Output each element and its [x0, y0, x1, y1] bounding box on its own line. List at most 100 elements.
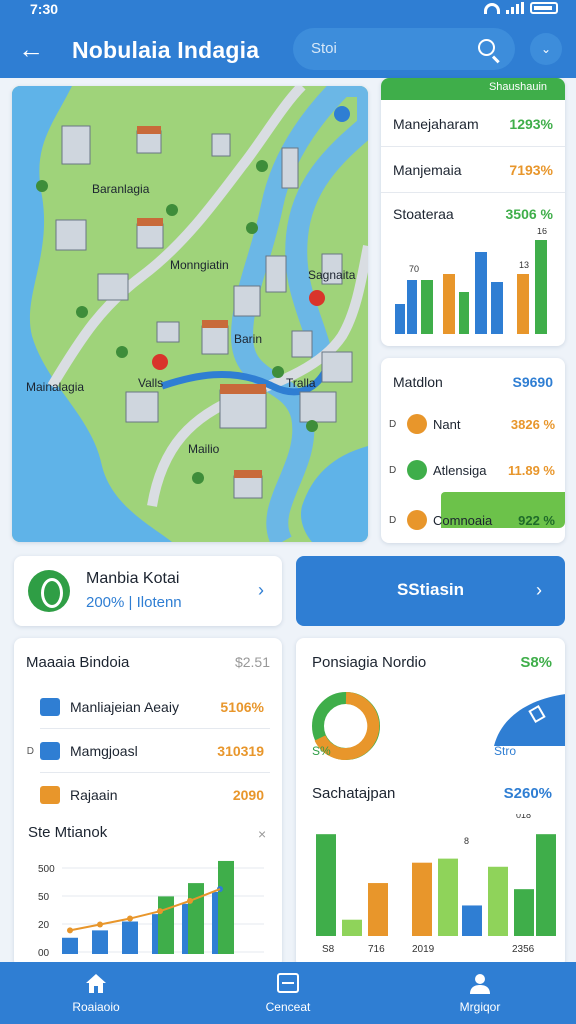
detail-row-label: Comnoaia — [433, 512, 493, 528]
bar — [462, 905, 482, 936]
y-tick-label: 500 — [38, 864, 55, 875]
chevron-right-icon: › — [536, 580, 542, 600]
list-card-title: Maaaia Bindoia — [26, 654, 130, 671]
search-icon[interactable] — [478, 39, 495, 56]
mini-bar — [517, 274, 529, 334]
mini-bar — [421, 280, 433, 334]
bottom-nav: Roaiaoio Cenceat Mrgiqor — [0, 962, 576, 1024]
mini-bar — [459, 292, 469, 334]
bar — [342, 919, 362, 936]
report-card-header: Ponsiagia Nordio S8% — [312, 654, 552, 671]
stats-row-value: 1293% — [509, 116, 553, 132]
detail-row-prefix: D — [389, 514, 397, 526]
mini-bar-label: 70 — [409, 264, 419, 274]
stats-row-value: 7193% — [509, 162, 553, 178]
mini-bar — [535, 240, 547, 334]
report-subtitle: Sachatajpan — [312, 785, 396, 802]
nav-item-label: Cenceat — [265, 1000, 311, 1014]
stats-row[interactable]: Manjemaia 7193% — [393, 162, 553, 178]
bar — [316, 834, 336, 936]
list-item-value: 5106% — [220, 699, 264, 715]
list-item-label: Manliajeian Aeaiy — [70, 699, 179, 715]
map-label: Monngiatin — [170, 258, 229, 272]
bar — [412, 862, 432, 936]
mini-bar — [407, 280, 417, 334]
home-icon — [86, 974, 106, 993]
leaf-icon — [407, 460, 427, 480]
bar — [438, 858, 458, 936]
x-tick-label: 2019 — [412, 944, 435, 955]
nav-item-label: Mrgiqor — [459, 1000, 501, 1014]
detail-card-header: Matdlon S9690 — [393, 374, 553, 390]
detail-row[interactable]: D Comnoaia 922 % — [389, 510, 555, 530]
mini-bar-label: 16 — [537, 228, 547, 236]
nav-item-content[interactable]: Cenceat — [192, 962, 384, 1024]
growth-bar-chart: 500 50 20 00 — [38, 860, 264, 959]
nav-item-home[interactable]: Roaiaoio — [0, 962, 192, 1024]
status-time: 7:30 — [30, 1, 59, 17]
stats-row[interactable]: Manejaharam 1293% — [393, 116, 553, 132]
y-tick-label: 50 — [38, 892, 50, 903]
list-item-label: Mamgjoasl — [70, 743, 138, 759]
nav-item-label: Roaiaoio — [72, 1000, 120, 1014]
report-bar-chart: S8 716 2019 2356 018 8 — [316, 814, 556, 955]
map-label: Barin — [234, 332, 263, 346]
stats-row-value: 3506 % — [505, 206, 553, 222]
stats-row-label: Stoateraa — [393, 206, 454, 222]
bar — [368, 883, 388, 936]
wifi-icon — [484, 2, 500, 14]
tag-icon — [40, 786, 60, 804]
map-label: Baranlagia — [92, 182, 150, 196]
list-item-value: 310319 — [217, 743, 264, 759]
city-map[interactable]: Baranlagia Monngiatin Sagnaita Barin Mai… — [12, 86, 368, 542]
gauge-label: Stro — [494, 744, 517, 758]
box-icon — [40, 698, 60, 716]
detail-row[interactable]: D Nant 3826 % — [389, 414, 555, 434]
app-header: 7:30 ← Nobulaia Indagia Stoi ⌄ — [0, 0, 576, 78]
list-item[interactable]: D Mamgjoasl 310319 — [14, 742, 282, 760]
x-tick-label: 716 — [368, 944, 385, 955]
report-title: Ponsiagia Nordio — [312, 654, 427, 671]
close-icon[interactable]: × — [258, 826, 266, 842]
back-arrow-icon[interactable]: ← — [18, 36, 44, 62]
bar — [62, 937, 78, 954]
user-icon — [470, 974, 490, 994]
nav-item-profile[interactable]: Mrgiqor — [384, 962, 576, 1024]
search-input[interactable]: Stoi — [293, 28, 515, 70]
detail-row-label: Nant — [433, 416, 461, 432]
stations-button[interactable]: SStiasin › — [296, 556, 565, 626]
list-item-label: Rajaain — [70, 787, 118, 803]
list-card-header: Maaaia Bindoia $2.51 — [26, 654, 270, 671]
list-card: Maaaia Bindoia $2.51 Manliajeian Aeaiy 5… — [14, 638, 282, 968]
report-subtitle-value: S260% — [503, 785, 552, 802]
map-canvas — [12, 86, 368, 542]
stations-button-label: SStiasin — [396, 580, 465, 599]
profile-badge-icon[interactable]: ⌄ — [530, 33, 562, 65]
detail-title-value: S9690 — [512, 374, 553, 390]
bar-top-label: 8 — [464, 836, 469, 846]
chevron-right-icon[interactable]: › — [258, 580, 264, 601]
mini-bar — [475, 252, 487, 334]
report-sub-header: Sachatajpan S260% — [312, 785, 552, 802]
map-label: Mainalagia — [26, 380, 85, 394]
donut-label: S% — [312, 744, 331, 758]
detail-row-value: 3826 % — [510, 416, 555, 432]
list-item[interactable]: Rajaain 2090 — [14, 786, 282, 804]
x-tick-label: S8 — [322, 944, 335, 955]
detail-row-value: 11.89 % — [508, 462, 555, 478]
detail-row-prefix: D — [389, 418, 397, 430]
y-tick-label: 20 — [38, 920, 50, 931]
circle-icon — [407, 510, 427, 530]
list-item[interactable]: Manliajeian Aeaiy 5106% — [14, 698, 282, 716]
stats-mini-bar-chart: 70 16 13 — [395, 228, 547, 334]
detail-row[interactable]: D Atlensiga 11.89 % — [389, 460, 555, 480]
stats-row[interactable]: Stoateraa 3506 % — [393, 206, 553, 222]
map-label: Sagnaita — [308, 268, 356, 282]
map-label: Valls — [138, 376, 164, 390]
status-bar: 7:30 — [0, 0, 576, 20]
flow-summary-card[interactable]: Manbia Kotai 200% | Ilotenn › — [14, 556, 282, 626]
y-tick-label: 00 — [38, 948, 50, 959]
bar — [514, 889, 534, 936]
detail-row-prefix: D — [389, 464, 397, 476]
battery-icon — [530, 2, 558, 14]
